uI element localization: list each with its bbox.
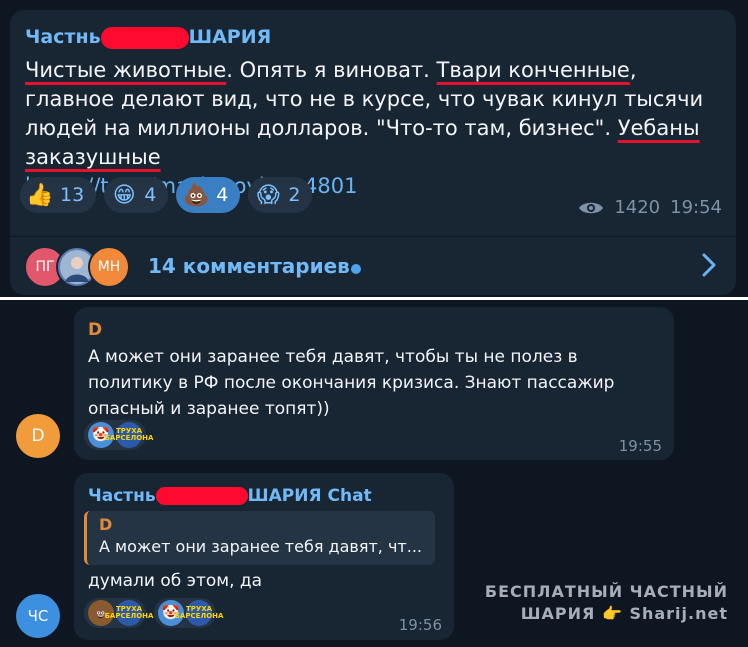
comment-sender[interactable]: Частнь ШАРИЯ Chat: [88, 486, 372, 506]
chevron-right-icon: [702, 253, 716, 277]
channel-post-area: Частнь ШАРИЯ Чистые животные. Опять я вин…: [0, 0, 748, 300]
reaction-grin[interactable]: 😁 4: [104, 177, 169, 213]
post-time: 19:54: [670, 197, 722, 218]
truha-sticker-icon: ТРУХА БАРСЕЛОНА: [105, 422, 153, 448]
avatar[interactable]: D: [16, 414, 60, 458]
reaction-count: 4: [216, 184, 229, 206]
reaction-poop[interactable]: 💩 4: [176, 177, 241, 213]
scream-icon: 😱: [256, 182, 280, 208]
comment-bubble: D А может они заранее тебя давят, чтобы …: [74, 307, 674, 460]
reply-text: А может они заранее тебя давят, чт...: [99, 537, 422, 556]
comment-reactions[interactable]: 🤡 ТРУХА БАРСЕЛОНА: [154, 598, 223, 628]
comment-bubble: Частнь ШАРИЯ Chat D А может они заранее т…: [74, 473, 454, 640]
comment-reactions[interactable]: 🤡 ТРУХА БАРСЕЛОНА: [84, 420, 153, 450]
comment-time: 19:56: [398, 616, 442, 634]
redaction-mark: [100, 26, 189, 49]
comment-reactions[interactable]: 💩 ТРУХА БАРСЕЛОНА: [84, 598, 153, 628]
comments-count: 14 комментариев: [148, 254, 350, 278]
screenshot-separator: [0, 297, 748, 300]
grin-icon: 😁: [112, 182, 136, 208]
channel-post: Частнь ШАРИЯ Чистые животные. Опять я вин…: [10, 10, 736, 295]
commenter-avatar: МН: [88, 246, 130, 288]
comment-sender[interactable]: D: [88, 320, 102, 340]
unread-dot: [351, 264, 361, 274]
watermark: БЕСПЛАТНЫЙ ЧАСТНЫЙ ШАРИЯ 👉 Sharij.net: [484, 582, 728, 623]
redaction-mark: [155, 487, 248, 505]
comment-text: А может они заранее тебя давят, чтобы ты…: [88, 347, 615, 419]
reaction-count: 4: [144, 184, 157, 206]
underlined-phrase: Твари конченные: [436, 58, 630, 82]
pointing-hand-icon: 👉: [601, 604, 623, 623]
avatar[interactable]: ЧС: [16, 594, 60, 638]
views-count: 1420: [614, 197, 661, 218]
poop-icon: 💩: [182, 182, 210, 208]
reply-sender: D: [99, 515, 113, 534]
post-sender[interactable]: Частнь ШАРИЯ: [25, 26, 271, 49]
post-reactions: 👍 13 😁 4 💩 4 😱 2: [20, 177, 313, 215]
truha-sticker-icon: ТРУХА БАРСЕЛОНА: [105, 600, 153, 626]
comment-time: 19:55: [618, 437, 662, 455]
reaction-scream[interactable]: 😱 2: [248, 177, 313, 213]
comments-button[interactable]: ПГ МН 14 комментариев: [10, 237, 736, 295]
comment-text: думали об этом, да: [88, 571, 263, 591]
reply-quote[interactable]: D А может они заранее тебя давят, чт...: [84, 511, 435, 565]
underlined-phrase: Чистые животные: [25, 58, 227, 82]
reaction-count: 2: [288, 184, 301, 206]
thumbs-up-icon: 👍: [26, 182, 54, 208]
truha-sticker-icon: ТРУХА БАРСЕЛОНА: [175, 600, 223, 626]
post-meta: 1420 19:54: [578, 197, 722, 218]
reaction-count: 13: [60, 184, 85, 206]
reaction-thumbs-up[interactable]: 👍 13: [20, 177, 97, 213]
eye-icon: [579, 202, 604, 213]
